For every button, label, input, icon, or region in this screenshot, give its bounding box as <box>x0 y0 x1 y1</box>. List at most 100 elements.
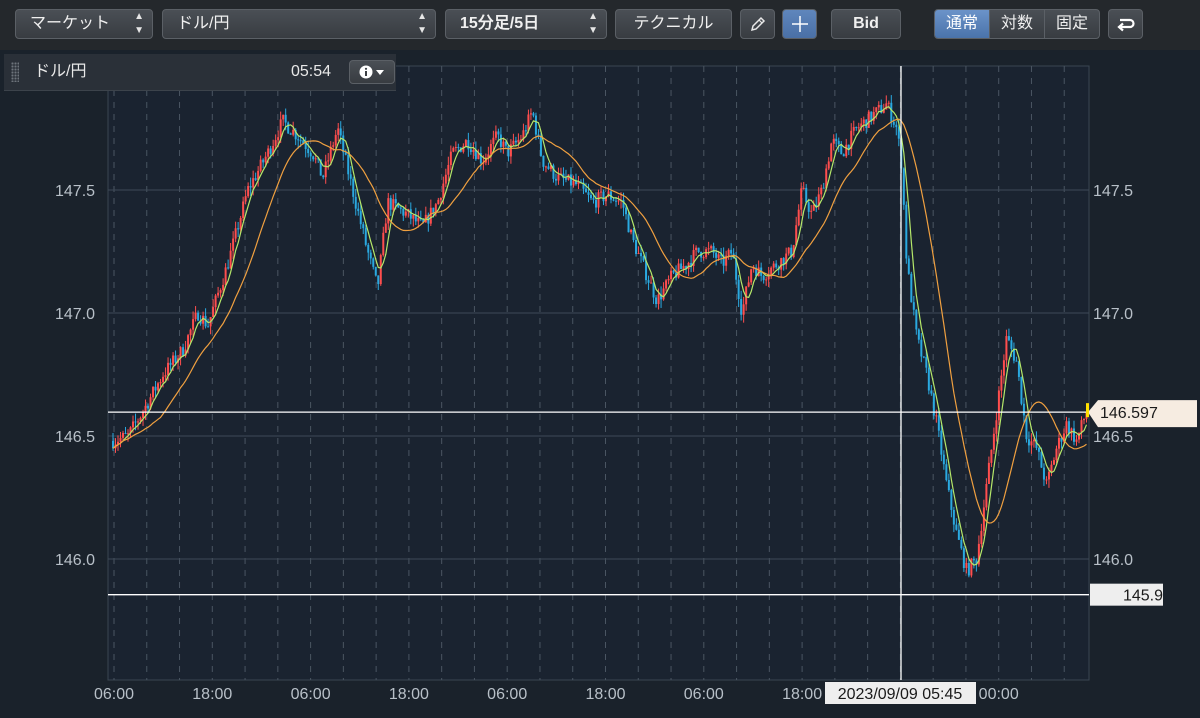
candle-body <box>957 529 960 540</box>
candle-body <box>237 228 240 230</box>
candle-body <box>252 178 255 188</box>
candle-body <box>647 280 650 283</box>
candle-body <box>650 282 653 284</box>
candle-body <box>404 211 407 216</box>
y-tick-label-right: 147.5 <box>1093 183 1133 200</box>
candle-body <box>307 149 310 154</box>
candle-body <box>557 174 560 181</box>
y-tick-label-right: 146.0 <box>1093 552 1133 569</box>
candle-body <box>1032 439 1035 442</box>
candle-body <box>707 248 710 250</box>
candle-body <box>1002 360 1005 376</box>
candle-body <box>802 187 805 189</box>
candle-body <box>762 275 765 281</box>
candle-body <box>915 309 918 330</box>
candle-body <box>1005 336 1008 361</box>
candle-body <box>997 390 1000 421</box>
candle-body <box>227 267 230 269</box>
x-tick-label: 18:00 <box>389 686 429 703</box>
candle-body <box>159 382 162 384</box>
candle-body <box>157 383 160 391</box>
candle-body <box>374 266 377 276</box>
drag-grip-icon[interactable] <box>11 62 19 82</box>
candle-body <box>314 158 317 160</box>
candle-body <box>457 146 460 148</box>
candle-body <box>309 153 312 157</box>
current-price-label: 146.597 <box>1100 405 1158 422</box>
candle-body <box>449 151 452 166</box>
candle-body <box>249 186 252 188</box>
candle-body <box>772 263 775 268</box>
candle-body <box>967 562 970 576</box>
candle-body <box>655 297 658 305</box>
price-chart[interactable]: 147.5 147.5 147.0 147.0 146.5 146.5 146.0 146.0… <box>0 0 1200 718</box>
candle-body <box>965 562 968 568</box>
candle-body <box>867 111 870 128</box>
candle-body <box>1075 439 1078 442</box>
candle-body <box>192 319 195 330</box>
candle-body <box>382 232 385 256</box>
candle-body <box>284 114 287 123</box>
candle-body <box>1082 418 1085 421</box>
y-tick-label-left: 147.0 <box>55 306 95 323</box>
candle-body <box>152 386 155 398</box>
candle-body <box>412 214 415 219</box>
candle-body <box>124 432 127 434</box>
candle-body <box>712 246 715 253</box>
candle-body <box>635 240 638 254</box>
candle-body <box>1052 460 1055 465</box>
candle-body <box>127 433 130 435</box>
candle-body <box>985 483 988 508</box>
candle-body <box>232 238 235 251</box>
candle-body <box>770 267 773 276</box>
candle-body <box>1040 451 1043 468</box>
candle-body <box>447 165 450 175</box>
candle-body <box>855 127 858 129</box>
candle-body <box>444 174 447 184</box>
y-tick-label-left: 147.5 <box>55 183 95 200</box>
candle-body <box>1000 375 1003 391</box>
candle-body <box>930 390 933 394</box>
candle-body <box>267 148 270 157</box>
candle-body <box>217 292 220 296</box>
candle-body <box>662 288 665 300</box>
candle-body <box>960 539 963 549</box>
crosshair-time-tag: 2023/09/09 05:45 <box>825 682 976 704</box>
candle-body <box>717 254 720 258</box>
candle-body <box>1015 360 1018 362</box>
candle-body <box>905 204 908 259</box>
candle-body <box>747 282 750 287</box>
candle-body <box>554 178 557 181</box>
candle-body <box>1047 471 1050 480</box>
candle-body <box>469 149 472 153</box>
candle-body <box>862 119 865 124</box>
candle-body <box>942 454 945 465</box>
candle-body <box>594 199 597 208</box>
candle-body <box>702 257 705 259</box>
candle-body <box>369 252 372 259</box>
candle-body <box>597 192 600 208</box>
candle-body <box>1067 421 1070 434</box>
candle-body <box>507 145 510 157</box>
info-button[interactable] <box>349 60 395 84</box>
y-tick-label-left: 146.5 <box>55 429 95 446</box>
candle-body <box>937 415 940 431</box>
candle-body <box>532 113 535 116</box>
candle-body <box>962 548 965 568</box>
x-tick-label: 18:00 <box>192 686 232 703</box>
candle-body <box>264 156 267 163</box>
candle-body <box>569 174 572 186</box>
candle-body <box>144 405 147 413</box>
candle-body <box>162 376 165 383</box>
candle-body <box>827 161 830 169</box>
candle-body <box>379 255 382 285</box>
candle-body <box>680 263 683 270</box>
candle-body <box>197 312 200 321</box>
candle-body <box>364 228 367 245</box>
candle-body <box>910 273 913 303</box>
candle-body <box>787 247 790 254</box>
candle-body <box>1010 340 1013 349</box>
info-icon <box>359 65 373 79</box>
candle-body <box>514 140 517 143</box>
candle-body <box>627 214 630 233</box>
